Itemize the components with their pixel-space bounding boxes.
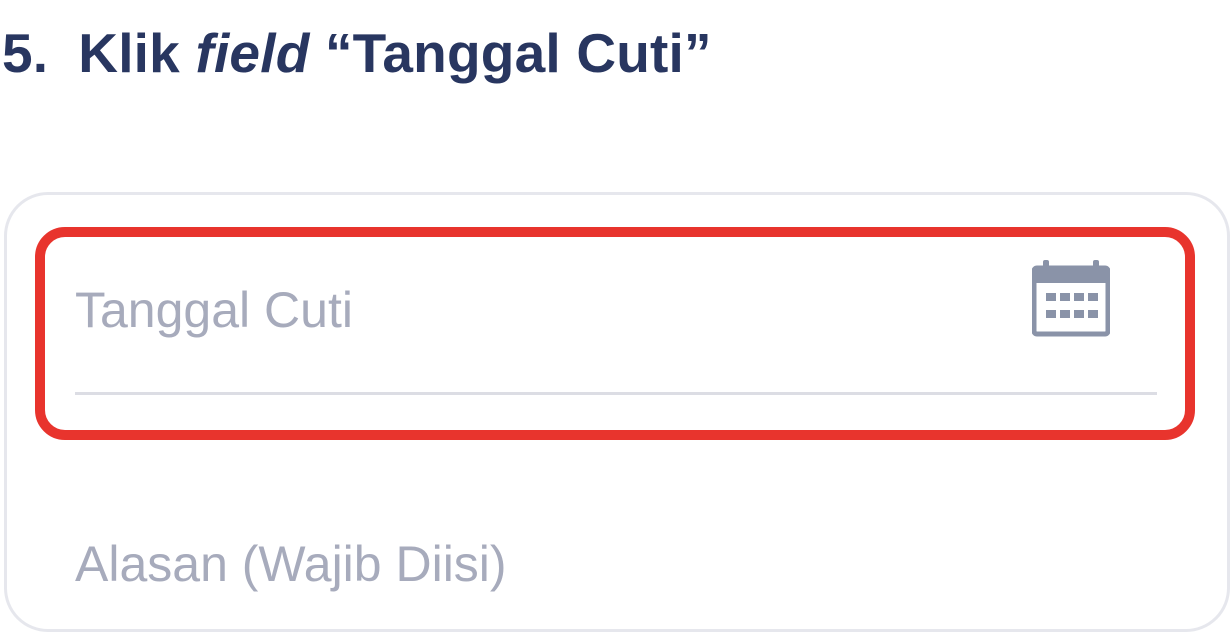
step-target-name: “Tanggal Cuti” (324, 22, 712, 84)
tanggal-cuti-placeholder: Tanggal Cuti (75, 282, 353, 338)
alasan-field[interactable]: Alasan (Wajib Diisi) (75, 534, 507, 594)
calendar-icon[interactable] (1032, 258, 1110, 338)
alasan-placeholder: Alasan (Wajib Diisi) (75, 536, 507, 592)
step-action-verb: Klik (78, 22, 180, 84)
step-emphasis-word: field (195, 22, 310, 84)
tanggal-cuti-field[interactable]: Tanggal Cuti (75, 240, 1157, 395)
step-number: 5. (2, 22, 49, 84)
step-instruction-title: 5. Klik field “Tanggal Cuti” (2, 18, 712, 88)
